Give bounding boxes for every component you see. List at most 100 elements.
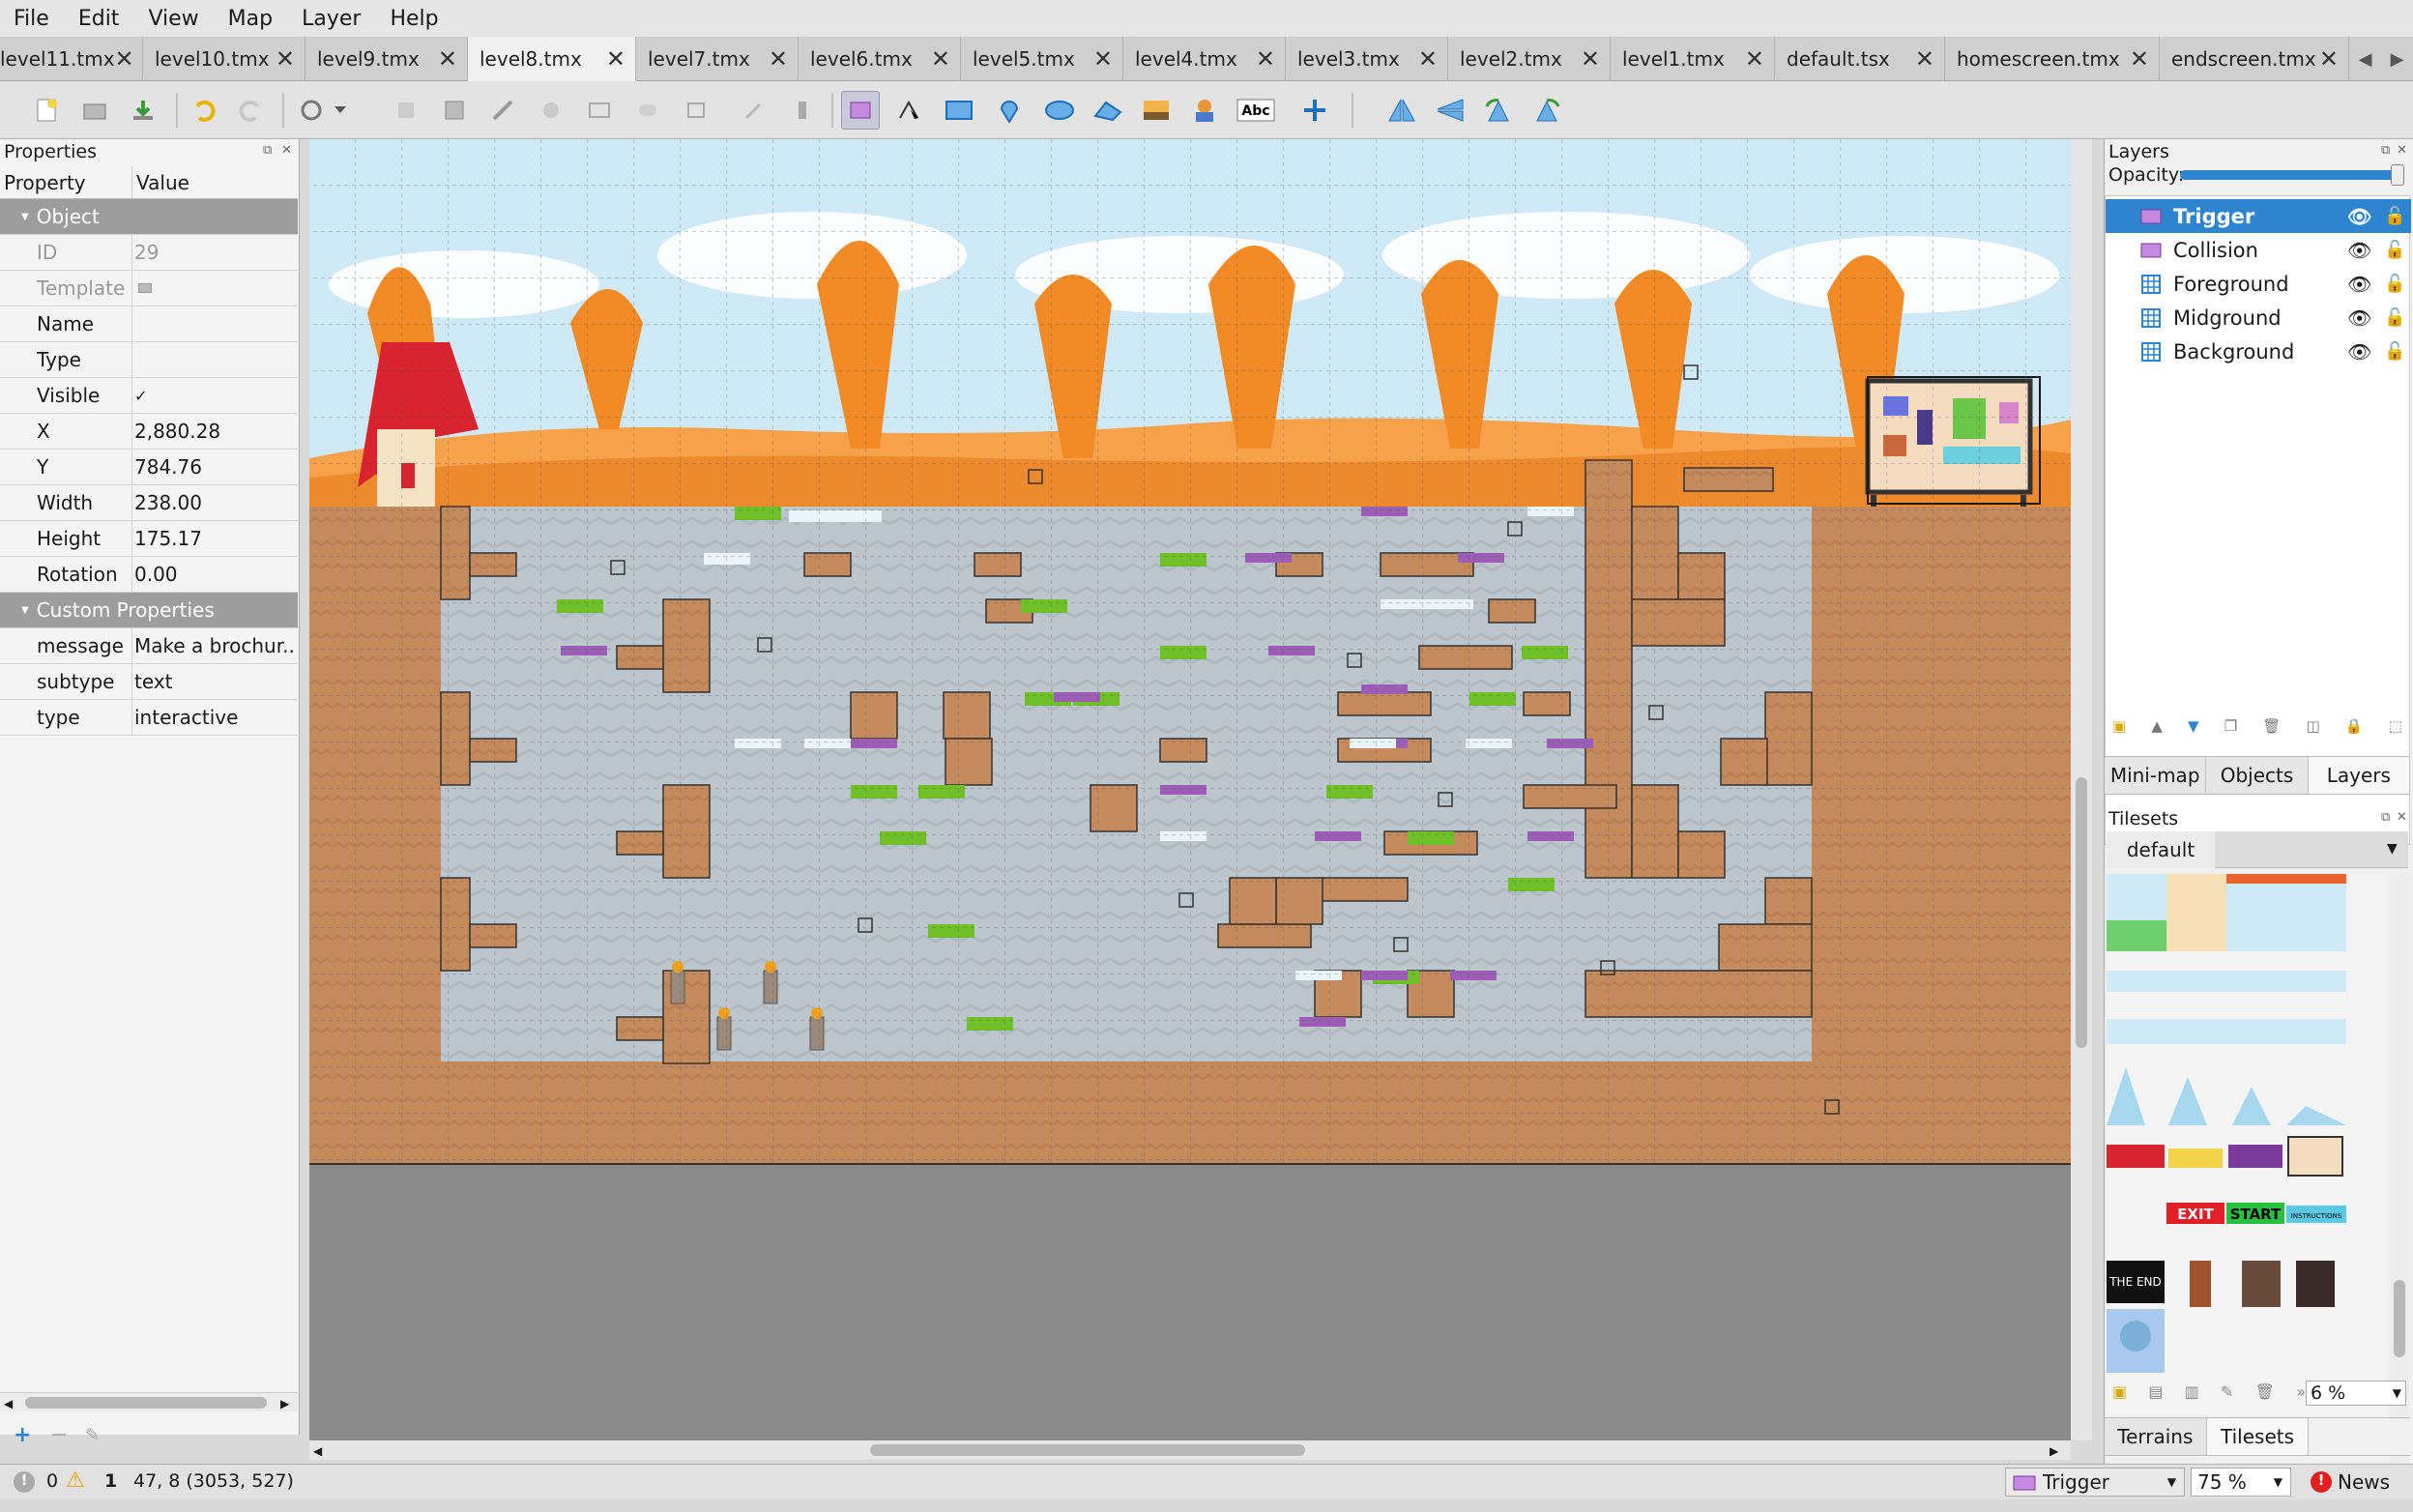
eraser-icon[interactable] — [532, 91, 570, 130]
tab-level1[interactable]: level1.tmx ✕ — [1611, 37, 1775, 81]
menu-help[interactable]: Help — [390, 7, 438, 31]
edit-tileset-icon[interactable]: ✎ — [2221, 1382, 2233, 1401]
tab-level8[interactable]: level8.tmx ✕ — [468, 37, 636, 81]
property-row-type[interactable]: Type — [0, 342, 298, 378]
property-value[interactable] — [132, 271, 297, 305]
terrain-brush-icon[interactable] — [387, 91, 425, 130]
tab-level4[interactable]: level4.tmx ✕ — [1123, 37, 1286, 81]
custom-property-message[interactable]: message Make a brochur... — [0, 628, 298, 664]
property-row-x[interactable]: X 2,880.28 — [0, 414, 298, 450]
edit-polygons-icon[interactable] — [889, 91, 928, 130]
layer-properties-icon[interactable]: ⬚ — [2389, 717, 2402, 735]
rename-property-icon[interactable]: ✎ — [85, 1425, 100, 1445]
property-row-name[interactable]: Name — [0, 306, 298, 342]
custom-property-type[interactable]: type interactive — [0, 700, 298, 736]
redo-icon[interactable] — [232, 91, 271, 130]
insert-point-icon[interactable] — [990, 91, 1029, 130]
property-value[interactable]: 238.00 — [132, 485, 297, 520]
close-icon[interactable]: ✕ — [606, 45, 625, 73]
wand-icon[interactable] — [735, 91, 773, 130]
tab-terrains[interactable]: Terrains — [2105, 1418, 2207, 1455]
eye-icon[interactable]: 👁 — [2347, 205, 2371, 228]
tab-default-tsx[interactable]: default.tsx ✕ — [1775, 37, 1945, 81]
map-canvas[interactable] — [309, 139, 2071, 1441]
tab-level9[interactable]: level9.tmx ✕ — [305, 37, 468, 81]
insert-ellipse-icon[interactable] — [1040, 91, 1079, 130]
close-icon[interactable]: ✕ — [276, 45, 295, 73]
current-layer-select[interactable]: Trigger ▼ — [2005, 1468, 2185, 1497]
dock-close-icon[interactable]: ✕ — [281, 143, 292, 158]
property-row-rotation[interactable]: Rotation 0.00 — [0, 557, 298, 593]
bucket-fill-icon[interactable] — [435, 91, 474, 130]
stamp-icon[interactable] — [783, 91, 822, 130]
tileset-preview[interactable]: EXIT START INSTRUCTIONS THE END — [2107, 874, 2387, 1512]
close-icon[interactable]: ✕ — [931, 45, 950, 73]
collapse-arrow-icon[interactable]: ▼ — [21, 605, 29, 616]
lock-icon[interactable]: 🔓 — [2384, 240, 2405, 260]
dock-close-icon[interactable]: ✕ — [2397, 810, 2407, 825]
dock-close-icon[interactable]: ✕ — [2397, 143, 2407, 158]
insert-template-icon[interactable] — [1185, 91, 1224, 130]
scrollbar-thumb[interactable] — [25, 1397, 267, 1409]
add-property-icon[interactable]: + — [14, 1423, 31, 1447]
property-value[interactable]: 175.17 — [132, 521, 297, 556]
layer-row-midground[interactable]: Midground 👁 🔓 — [2106, 301, 2411, 334]
import-tileset-icon[interactable]: ▤ — [2148, 1382, 2163, 1401]
canvas-vscrollbar[interactable] — [2071, 139, 2092, 1440]
tileset-tab-default[interactable]: default — [2107, 831, 2215, 868]
vscroll-thumb[interactable] — [2076, 777, 2087, 1048]
tab-endscreen[interactable]: endscreen.tmx ✕ — [2160, 37, 2349, 81]
level-map[interactable] — [309, 139, 2071, 1294]
move-icon[interactable] — [1295, 91, 1334, 130]
tab-level3[interactable]: level3.tmx ✕ — [1286, 37, 1448, 81]
tab-scroll-right-icon[interactable]: ▶ — [2391, 49, 2404, 70]
canvas-hscrollbar[interactable]: ◀ ▶ — [309, 1440, 2071, 1460]
property-value[interactable]: Make a brochur... — [132, 628, 297, 663]
menu-edit[interactable]: Edit — [78, 7, 120, 31]
rect-select-icon[interactable] — [580, 91, 619, 130]
raise-layer-icon[interactable]: ▲ — [2151, 717, 2163, 735]
flip-horizontal-icon[interactable] — [1382, 91, 1421, 130]
collapse-arrow-icon[interactable]: ▼ — [21, 212, 29, 222]
more-icon[interactable]: » — [2296, 1382, 2306, 1401]
menu-view[interactable]: View — [148, 7, 198, 31]
property-row-id[interactable]: ID 29 — [0, 235, 298, 271]
tab-tilesets[interactable]: Tilesets — [2206, 1418, 2310, 1455]
tab-scroll-left-icon[interactable]: ◀ — [2359, 49, 2372, 70]
property-value[interactable]: text — [132, 664, 297, 699]
property-row-template[interactable]: Template — [0, 271, 298, 306]
rotate-left-icon[interactable] — [1479, 91, 1518, 130]
tab-level11[interactable]: level11.tmx ✕ — [0, 37, 143, 81]
new-tileset-icon[interactable]: ▣ — [2112, 1382, 2127, 1401]
warning-icon[interactable]: ⚠ — [66, 1468, 85, 1493]
rotate-right-icon[interactable] — [1527, 91, 1566, 130]
insert-rectangle-icon[interactable] — [940, 91, 978, 130]
scroll-right-icon[interactable]: ▶ — [2050, 1444, 2058, 1458]
property-value[interactable]: 2,880.28 — [132, 414, 297, 449]
property-row-y[interactable]: Y 784.76 — [0, 450, 298, 485]
remove-property-icon[interactable]: − — [50, 1423, 68, 1447]
property-row-height[interactable]: Height 175.17 — [0, 521, 298, 557]
tab-level6[interactable]: level6.tmx ✕ — [799, 37, 961, 81]
tab-mini-map[interactable]: Mini-map — [2105, 757, 2207, 794]
error-icon[interactable]: ! — [14, 1471, 35, 1493]
property-value[interactable] — [132, 306, 297, 341]
eye-icon[interactable]: 👁 — [2347, 306, 2371, 330]
stamp-brush-icon[interactable] — [292, 91, 331, 130]
close-icon[interactable]: ✕ — [115, 45, 134, 73]
property-value[interactable] — [132, 342, 297, 377]
undo-icon[interactable] — [184, 91, 222, 130]
layer-row-collision[interactable]: Collision 👁 🔓 — [2106, 233, 2411, 267]
tileset-scroll-thumb[interactable] — [2394, 1280, 2405, 1357]
insert-polygon-icon[interactable] — [1089, 91, 1127, 130]
tileset-zoom-select[interactable]: 6 % ▼ — [2306, 1381, 2406, 1406]
menu-map[interactable]: Map — [228, 7, 273, 31]
shape-fill-icon[interactable] — [483, 91, 522, 130]
open-file-icon[interactable] — [75, 91, 114, 130]
layer-row-foreground[interactable]: Foreground 👁 🔓 — [2106, 267, 2411, 301]
lock-icon[interactable]: 🔓 — [2384, 307, 2405, 328]
eye-icon[interactable]: 👁 — [2347, 273, 2371, 296]
duplicate-layer-icon[interactable]: ❐ — [2224, 717, 2237, 735]
close-icon[interactable]: ✕ — [769, 45, 788, 73]
zoom-select[interactable]: 75 % ▼ — [2191, 1468, 2291, 1497]
